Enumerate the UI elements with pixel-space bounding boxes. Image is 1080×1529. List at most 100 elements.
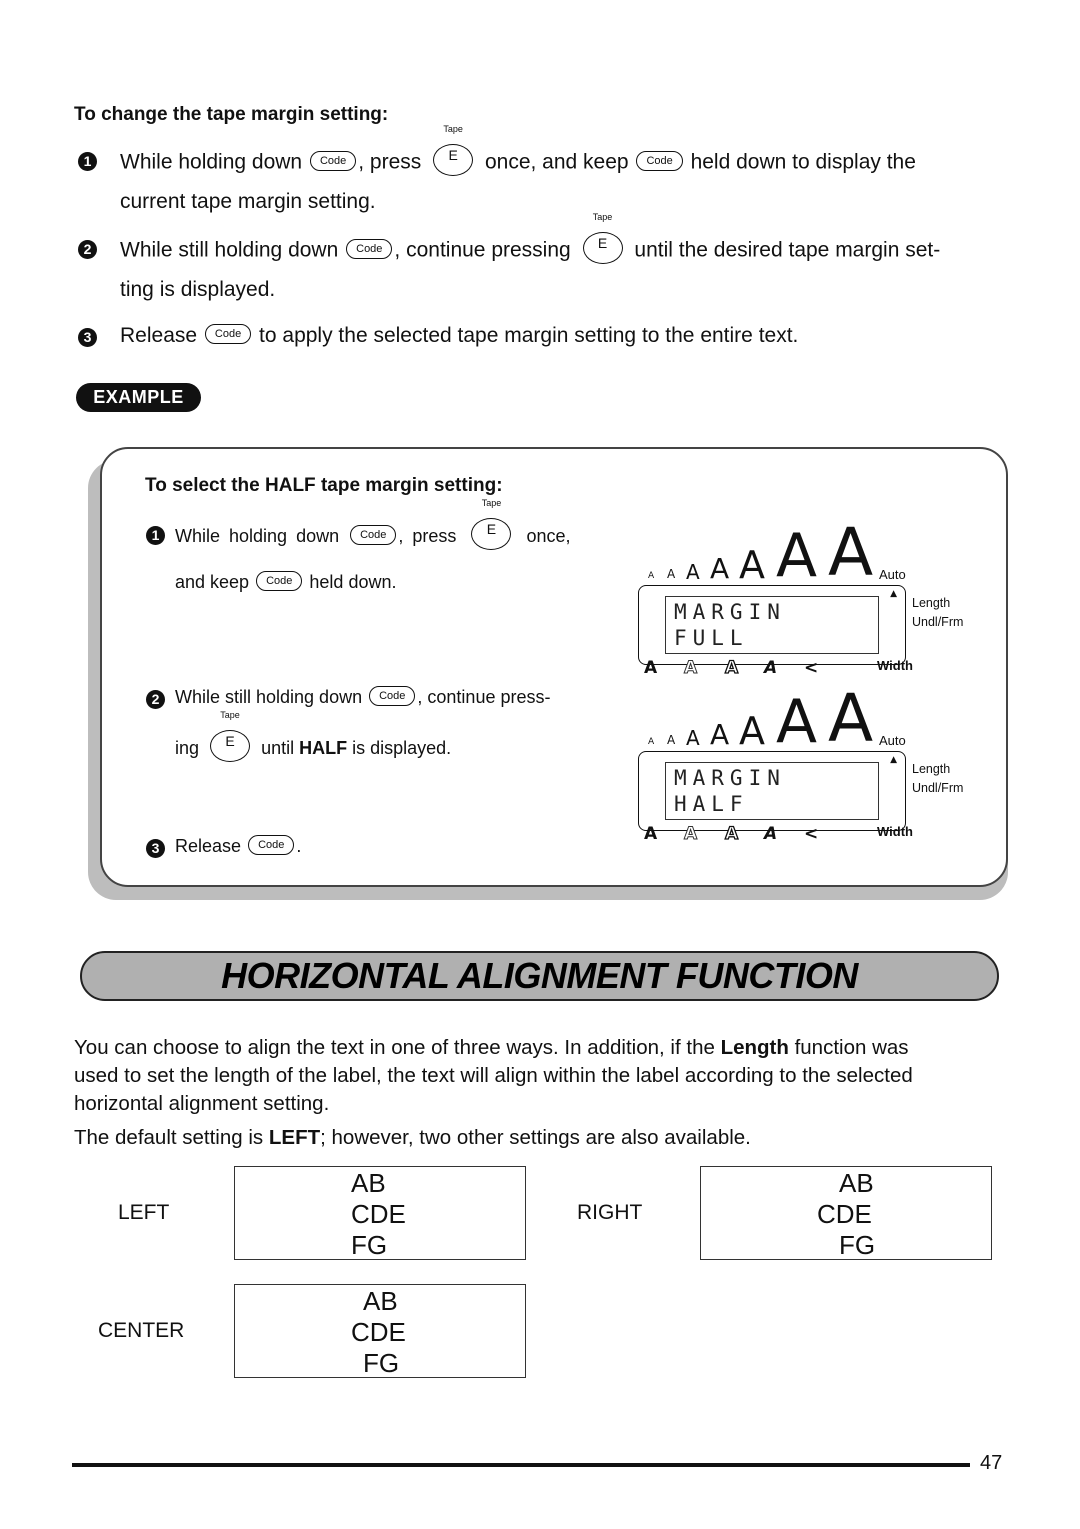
code-key-icon: Code — [636, 151, 683, 171]
bold-style-icon: A — [644, 658, 658, 678]
example-step-number-1: 1 — [146, 526, 165, 545]
text: is displayed. — [352, 737, 452, 758]
auto-label: Auto — [879, 566, 906, 582]
text: until the desired tape margin set- — [634, 238, 941, 262]
step-number-3: 3 — [78, 328, 97, 347]
lcd-line-2: HALF — [674, 792, 749, 816]
lcd-screen: MARGIN FULL — [665, 596, 879, 654]
bold-style-icon: A — [644, 824, 658, 844]
sample-line: CDE — [817, 1199, 872, 1229]
sample-line: CDE — [351, 1199, 406, 1229]
text: ; however, two other settings are also a… — [320, 1126, 751, 1149]
example-step-number-3: 3 — [146, 839, 165, 858]
text: function was — [788, 1036, 909, 1059]
char-size-indicators: A A A A A A A Auto — [630, 686, 910, 753]
step-1-continuation: current tape margin setting. — [120, 190, 376, 213]
italic-style-icon: A — [764, 824, 778, 844]
outline-style-icon: A — [683, 658, 698, 679]
lcd-line-1: MARGIN — [674, 600, 786, 624]
code-key-icon: Code — [204, 324, 252, 345]
align-left-label: LEFT — [118, 1201, 170, 1224]
sample-line: CDE — [351, 1317, 406, 1347]
text: While holding down — [175, 525, 340, 546]
text: You can choose to align the text in one … — [74, 1036, 721, 1059]
step-number-1: 1 — [78, 152, 97, 171]
text: Release — [175, 836, 242, 856]
undl-frm-label: Undl/Frm — [912, 615, 964, 629]
lcd-frame: ▲ MARGIN HALF — [638, 751, 906, 831]
paragraph-1-line-1: You can choose to align the text in one … — [74, 1036, 909, 1060]
text: to apply the selected tape margin settin… — [259, 324, 799, 347]
width-label: Width — [877, 824, 913, 839]
key-letter: E — [210, 730, 251, 762]
lcd-line-2: FULL — [674, 626, 749, 650]
size-glyph: A — [648, 570, 655, 581]
triangle-up-icon: ▲ — [890, 589, 897, 599]
sample-line: FG — [363, 1348, 400, 1378]
sample-line: AB — [363, 1286, 398, 1316]
text: until — [261, 737, 295, 758]
text: While still holding down — [120, 238, 339, 262]
key-caption: Tape — [220, 710, 240, 720]
text: , continue pressing — [394, 238, 571, 262]
shadow-style-icon: A — [724, 823, 739, 844]
sample-line: AB — [839, 1168, 874, 1198]
text: , continue press- — [417, 687, 551, 707]
length-label: Length — [912, 596, 951, 610]
text: and keep — [175, 572, 250, 592]
sample-line: AB — [351, 1168, 386, 1198]
bold-text: HALF — [299, 737, 348, 758]
size-glyph: A — [776, 521, 818, 591]
section-title-bar: HORIZONTAL ALIGNMENT FUNCTION — [80, 951, 999, 1001]
size-glyph: A — [710, 551, 730, 585]
align-right-label: RIGHT — [577, 1201, 643, 1224]
code-key-icon: Code — [248, 835, 295, 856]
lcd-display-full: A A A A A A A Auto ▲ MARGIN FULL Length … — [630, 520, 970, 682]
align-right-sample: AB CDE FG — [700, 1166, 992, 1260]
align-left-sample: AB CDE FG — [234, 1166, 526, 1260]
paragraph-1-line-2: used to set the length of the label, the… — [74, 1064, 913, 1087]
example-step-2-continuation: ing Tape E until HALF is displayed. — [175, 710, 452, 764]
size-glyph: A — [739, 542, 765, 587]
char-size-indicators: A A A A A A A Auto — [630, 520, 910, 591]
step-1-text: While holding down Code, press Tape E onc… — [120, 124, 916, 178]
page-number: 47 — [980, 1452, 1003, 1474]
length-label: Length — [912, 762, 951, 776]
tape-e-key-icon: Tape E — [581, 212, 625, 264]
step-3-text: Release Code to apply the selected tape … — [120, 324, 798, 348]
vertical-style-icon: < — [804, 824, 819, 844]
text: The default setting is — [74, 1126, 269, 1149]
text: held down to display the — [690, 150, 916, 174]
lcd-line-1: MARGIN — [674, 766, 786, 790]
paragraph-2: The default setting is LEFT; however, tw… — [74, 1126, 751, 1150]
code-key-icon: Code — [309, 151, 357, 171]
key-caption: Tape — [592, 212, 613, 222]
triangle-up-icon: ▲ — [890, 755, 897, 765]
footer-rule — [72, 1463, 970, 1467]
key-letter: E — [582, 232, 623, 264]
sample-line: FG — [351, 1230, 388, 1260]
bold-text: LEFT — [268, 1126, 321, 1149]
tape-e-key-icon: Tape E — [431, 124, 475, 176]
size-glyph: A — [686, 560, 700, 584]
size-glyph: A — [667, 567, 676, 582]
text: ing — [175, 737, 200, 758]
key-caption: Tape — [443, 124, 463, 134]
width-label: Width — [877, 658, 913, 673]
bold-text: Length — [720, 1036, 789, 1059]
lcd-frame: ▲ MARGIN FULL — [638, 585, 906, 665]
step-number-2: 2 — [78, 240, 97, 259]
align-center-sample: AB CDE FG — [234, 1284, 526, 1378]
sample-line: FG — [839, 1230, 876, 1260]
text: Release — [120, 324, 198, 347]
example-step-1-continuation: and keep Code held down. — [175, 571, 396, 593]
step-2-continuation: ting is displayed. — [120, 278, 276, 301]
example-step-2-text: While still holding down Code, continue … — [175, 686, 551, 708]
size-glyph: A — [739, 708, 765, 753]
lcd-display-half: A A A A A A A Auto ▲ MARGIN HALF Length … — [630, 686, 970, 848]
code-key-icon: Code — [350, 525, 397, 545]
text: While still holding down — [175, 687, 363, 707]
tape-e-key-icon: Tape E — [469, 498, 513, 550]
text: While holding down — [120, 150, 303, 174]
tape-e-key-icon: Tape E — [208, 710, 252, 762]
